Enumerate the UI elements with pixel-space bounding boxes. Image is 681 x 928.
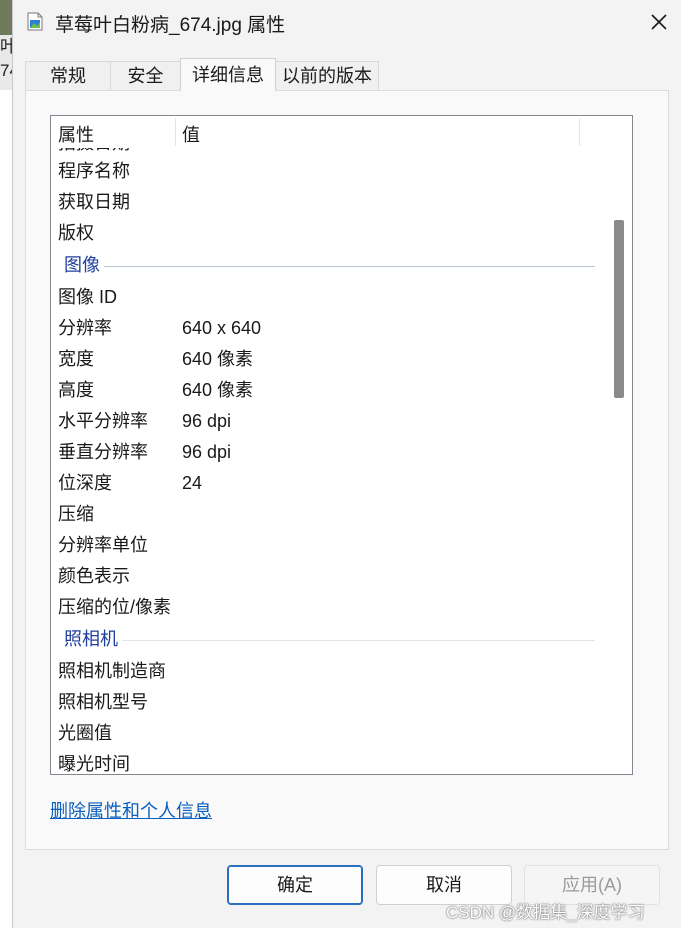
background-window-fragment: 叶 74	[0, 35, 12, 90]
property-name: 颜色表示	[58, 566, 130, 586]
tab-strip: 常规 安全 详细信息 以前的版本	[25, 58, 670, 91]
property-name: 照相机制造商	[58, 661, 166, 681]
window-title: 草莓叶白粉病_674.jpg 属性	[55, 15, 286, 36]
column-divider[interactable]	[579, 118, 580, 146]
property-name: 版权	[58, 223, 94, 243]
group-header-camera: 照相机	[51, 624, 606, 655]
property-value: 640 像素	[182, 380, 254, 400]
image-file-icon	[27, 12, 43, 31]
ok-button[interactable]: 确定	[227, 865, 363, 905]
list-item[interactable]: 压缩	[51, 499, 606, 530]
title-bar[interactable]: 草莓叶白粉病_674.jpg 属性	[13, 0, 681, 44]
property-name: 垂直分辨率	[58, 442, 148, 462]
group-divider	[64, 640, 595, 641]
property-value: 24	[182, 473, 203, 493]
property-value: 96 dpi	[182, 442, 232, 462]
list-item[interactable]: 宽度 640 像素	[51, 344, 606, 375]
tab-previous-versions[interactable]: 以前的版本	[275, 61, 379, 90]
group-divider	[64, 266, 595, 267]
property-name: 位深度	[58, 473, 112, 493]
list-item[interactable]: 压缩的位/像素	[51, 592, 606, 623]
group-label: 照相机	[64, 624, 122, 655]
properties-dialog: 草莓叶白粉病_674.jpg 属性 常规 安全 详细信息 以前的版本 属性 值 …	[12, 0, 681, 928]
property-value: 640 x 640	[182, 318, 262, 338]
list-item[interactable]: 分辨率单位	[51, 530, 606, 561]
property-name: 程序名称	[58, 161, 130, 181]
tab-general[interactable]: 常规	[25, 61, 111, 90]
property-value: 640 像素	[182, 349, 254, 369]
vertical-scrollbar[interactable]	[606, 116, 632, 774]
property-name: 曝光时间	[58, 754, 130, 774]
list-item[interactable]: 版权	[51, 218, 606, 249]
column-header-value[interactable]: 值	[182, 121, 200, 147]
group-label: 图像	[64, 250, 104, 281]
list-item[interactable]: 获取日期	[51, 187, 606, 218]
list-item[interactable]: 分辨率 640 x 640	[51, 313, 606, 344]
list-item[interactable]: 水平分辨率 96 dpi	[51, 406, 606, 437]
column-header: 属性 值	[51, 116, 606, 148]
list-item[interactable]: 垂直分辨率 96 dpi	[51, 437, 606, 468]
property-name: 照相机型号	[58, 692, 148, 712]
tab-details[interactable]: 详细信息	[180, 58, 276, 91]
tab-security[interactable]: 安全	[110, 61, 181, 90]
property-name: 水平分辨率	[58, 411, 148, 431]
property-name: 高度	[58, 380, 94, 400]
details-panel: 属性 值 拍摄日期 程序名称 获取日期 版权	[25, 90, 669, 850]
background-fragment-text: 叶 74	[0, 37, 12, 80]
details-rows: 拍摄日期 程序名称 获取日期 版权 图像	[51, 148, 606, 774]
close-button[interactable]	[636, 0, 681, 44]
list-item[interactable]: 曝光时间	[51, 749, 606, 774]
list-item[interactable]: 照相机型号	[51, 687, 606, 718]
column-header-property[interactable]: 属性	[58, 121, 94, 147]
column-divider[interactable]	[175, 118, 176, 146]
property-name: 获取日期	[58, 192, 130, 212]
list-item[interactable]: 程序名称	[51, 156, 606, 187]
list-item[interactable]: 高度 640 像素	[51, 375, 606, 406]
list-item[interactable]: 照相机制造商	[51, 656, 606, 687]
property-name: 分辨率	[58, 318, 112, 338]
watermark-text: CSDN @数据集_深度学习	[446, 903, 645, 922]
close-icon	[651, 14, 667, 30]
property-name: 宽度	[58, 349, 94, 369]
list-item[interactable]: 图像 ID	[51, 282, 606, 313]
property-name: 光圈值	[58, 723, 112, 743]
property-name: 压缩的位/像素	[58, 597, 172, 617]
details-list[interactable]: 属性 值 拍摄日期 程序名称 获取日期 版权	[50, 115, 633, 775]
remove-properties-link[interactable]: 删除属性和个人信息	[50, 797, 212, 823]
list-item[interactable]: 位深度 24	[51, 468, 606, 499]
property-value: 96 dpi	[182, 411, 232, 431]
group-header-image: 图像	[51, 250, 606, 281]
property-name: 图像 ID	[58, 287, 118, 307]
list-item[interactable]: 颜色表示	[51, 561, 606, 592]
property-name: 分辨率单位	[58, 535, 148, 555]
property-name: 压缩	[58, 504, 94, 524]
scrollbar-thumb[interactable]	[614, 220, 624, 398]
list-item[interactable]: 光圈值	[51, 718, 606, 749]
